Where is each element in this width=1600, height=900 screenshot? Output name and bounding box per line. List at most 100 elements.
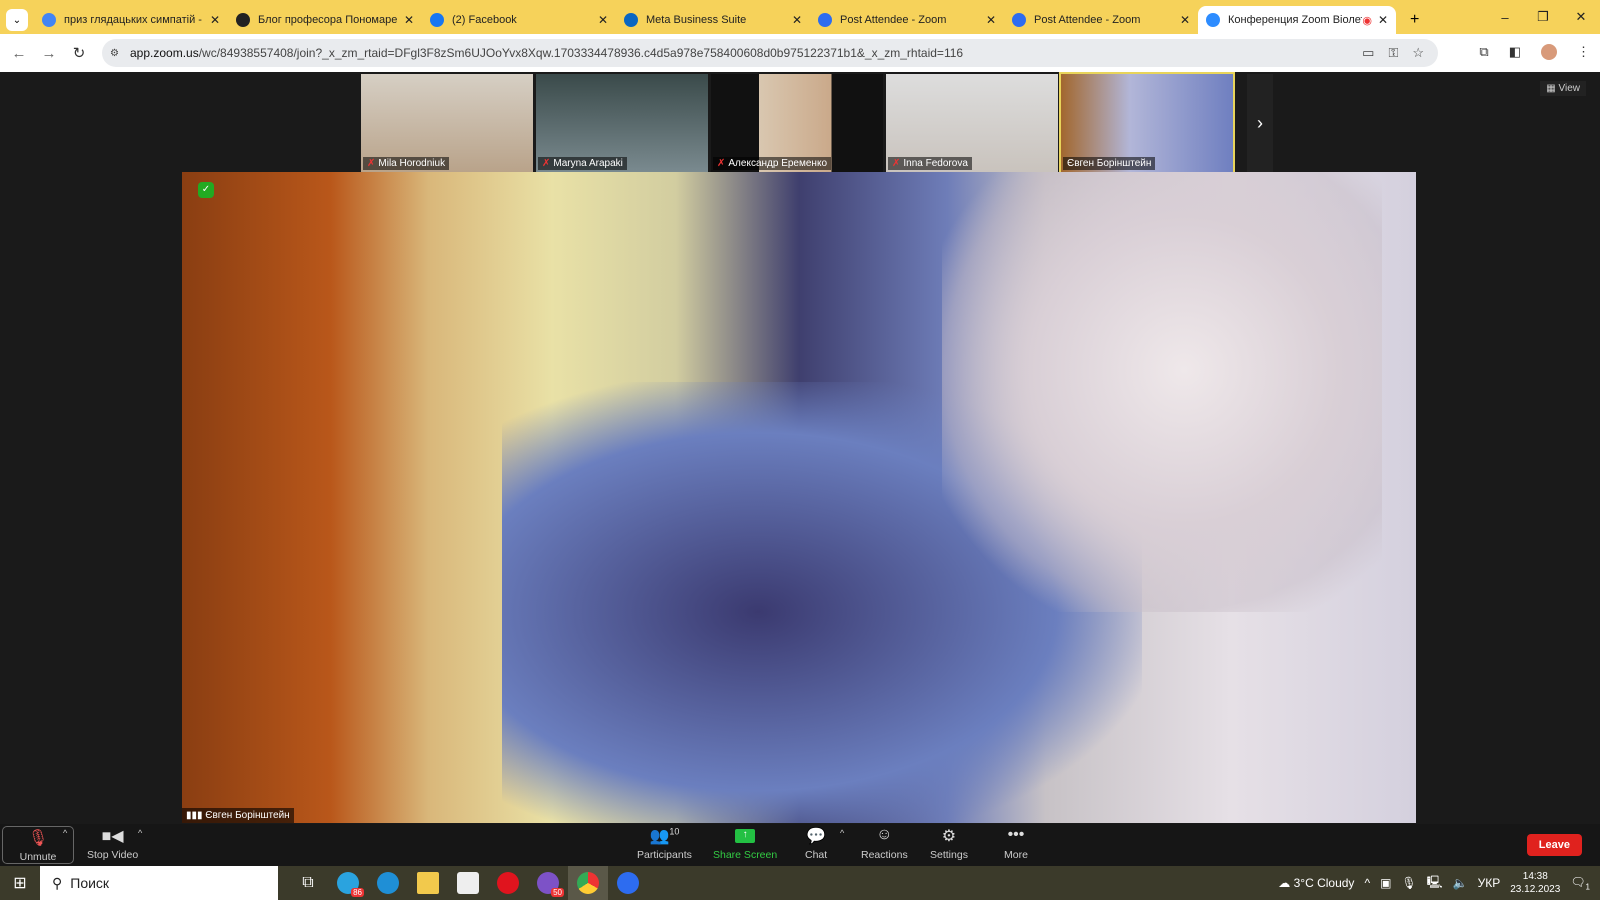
chrome-icon[interactable] (568, 866, 608, 900)
zoom-icon (1012, 13, 1026, 27)
close-window-button[interactable]: ✕ (1562, 9, 1600, 25)
unmute-label: Unmute (19, 850, 57, 863)
close-tab-icon[interactable]: ✕ (598, 13, 608, 27)
next-page-button[interactable]: › (1247, 74, 1273, 172)
new-tab-button[interactable]: + (1410, 11, 1419, 29)
store-icon[interactable] (448, 866, 488, 900)
participant-name-tag: ✗ Maryna Arapaki (538, 157, 627, 170)
site-info-icon[interactable]: ⚙ (110, 48, 119, 59)
stop-video-button[interactable]: ■◀ Stop Video (87, 826, 138, 861)
camera-icon[interactable]: ▭ (1362, 45, 1374, 61)
search-icon: ⚲ (52, 874, 63, 891)
microphone-tray-icon[interactable]: 🎙 (1401, 876, 1416, 890)
participants-button[interactable]: 👥10 Participants (637, 826, 692, 861)
telegram-icon[interactable]: 86 (328, 866, 368, 900)
chat-label: Chat (805, 849, 828, 861)
close-tab-icon[interactable]: ✕ (210, 13, 220, 27)
browser-tab[interactable]: Meta Business Suite ✕ (616, 6, 810, 34)
browser-tab[interactable]: Конференция Zoom Віолетта ◉ ✕ (1198, 6, 1396, 34)
url-domain: app.zoom.us (130, 46, 199, 60)
close-tab-icon[interactable]: ✕ (792, 13, 802, 27)
video-face (942, 172, 1382, 612)
active-speaker-video: ✓ (182, 172, 1416, 823)
zoom-app-icon[interactable] (608, 866, 648, 900)
participant-name-tag: ✗ Mila Horodniuk (363, 157, 450, 170)
participant-thumbnail[interactable]: ✗ Александр Еременко (711, 74, 883, 172)
participant-name-tag: Євген Борінштейн (1063, 157, 1156, 170)
more-label: More (1004, 849, 1028, 861)
tray-chevron-icon[interactable]: ^ (1364, 876, 1370, 890)
address-bar-row: ← → ↻ ⚙ app.zoom.us/wc/84938557408/join?… (0, 34, 1600, 72)
browser-tab[interactable]: Post Attendee - Zoom ✕ (1004, 6, 1198, 34)
taskbar-search[interactable]: ⚲ Поиск (40, 866, 278, 900)
url-input[interactable]: ⚙ app.zoom.us/wc/84938557408/join?_x_zm_… (102, 39, 1438, 67)
browser-tab-bar: ⌄ приз глядацьких симпатій - По ✕ Блог про… (0, 0, 1600, 34)
video-camera-icon: ■◀ (101, 828, 124, 845)
participant-name: Maryna Arapaki (553, 158, 623, 169)
video-options-caret[interactable]: ^ (138, 828, 142, 838)
leave-button[interactable]: Leave (1526, 834, 1582, 856)
profile-avatar[interactable] (1541, 44, 1557, 60)
side-panel-icon[interactable]: ◧ (1509, 44, 1521, 60)
chat-options-caret[interactable]: ^ (840, 828, 844, 838)
reload-button[interactable]: ↻ (64, 44, 94, 62)
participant-thumbnail[interactable]: ✗ Mila Horodniuk (361, 74, 533, 172)
tab-title: (2) Facebook (452, 14, 517, 26)
volume-icon[interactable]: 🔈 (1453, 876, 1468, 890)
notifications-count: 1 (1585, 882, 1590, 892)
viber-icon[interactable]: 50 (528, 866, 568, 900)
close-tab-icon[interactable]: ✕ (1378, 13, 1388, 27)
audio-options-caret[interactable]: ^ (63, 828, 67, 838)
minimize-button[interactable]: – (1486, 10, 1524, 25)
share-screen-button[interactable]: ↑ Share Screen (713, 826, 777, 861)
reactions-button[interactable]: ☺ Reactions (861, 826, 908, 861)
language-indicator[interactable]: УКР (1478, 876, 1501, 890)
notifications-icon[interactable]: 🗨1 (1570, 875, 1590, 891)
browser-tab[interactable]: Блог професора Пономарева ✕ (228, 6, 422, 34)
forward-button[interactable]: → (34, 45, 64, 62)
settings-label: Settings (930, 849, 968, 861)
participants-label: Participants (637, 849, 692, 861)
more-button[interactable]: ••• More (1004, 826, 1028, 861)
participant-thumbnail[interactable]: ✗ Maryna Arapaki (536, 74, 708, 172)
close-tab-icon[interactable]: ✕ (404, 13, 414, 27)
weather-widget[interactable]: ☁ 3°C Cloudy (1278, 876, 1354, 890)
task-view-icon[interactable]: ⧉ (288, 866, 328, 900)
close-tab-icon[interactable]: ✕ (1180, 13, 1190, 27)
network-icon[interactable]: 🖳 (1427, 873, 1443, 894)
browser-tab[interactable]: Post Attendee - Zoom ✕ (810, 6, 1004, 34)
key-icon[interactable]: ⚿ (1388, 45, 1398, 61)
bookmark-star-icon[interactable]: ☆ (1412, 45, 1424, 61)
tab-title: Конференция Zoom Віолетта (1228, 14, 1363, 26)
time: 14:38 (1522, 871, 1548, 882)
meta-icon (624, 13, 638, 27)
restore-button[interactable]: ❐ (1524, 9, 1562, 25)
view-button[interactable]: ▦ View (1540, 81, 1586, 96)
browser-tab[interactable]: (2) Facebook ✕ (422, 6, 616, 34)
file-explorer-icon[interactable] (408, 866, 448, 900)
extensions-icon[interactable]: ⧉ (1479, 44, 1488, 60)
meeting-toolbar: 🎙 Unmute ^ ■◀ Stop Video ^ 👥10 Participants… (0, 824, 1600, 866)
tab-title: Meta Business Suite (646, 14, 747, 26)
menu-icon[interactable]: ⋮ (1577, 44, 1590, 60)
participant-thumbnail[interactable]: Євген Борінштейн (1059, 72, 1235, 174)
close-tab-icon[interactable]: ✕ (986, 13, 996, 27)
clock[interactable]: 14:38 23.12.2023 (1510, 870, 1560, 896)
participant-strip: ✗ Mila Horodniuk ✗ Maryna Arapaki ✗ Александр… (361, 72, 1235, 174)
browser-tab[interactable]: приз глядацьких симпатій - По ✕ (34, 6, 228, 34)
edge-icon[interactable] (368, 866, 408, 900)
opera-icon[interactable] (488, 866, 528, 900)
participant-thumbnail[interactable]: ✗ Inna Fedorova (886, 74, 1058, 172)
tab-search-button[interactable]: ⌄ (6, 9, 28, 31)
camera-tray-icon[interactable]: ▣ (1380, 876, 1391, 890)
windows-start-icon[interactable]: ⊞ (0, 873, 40, 893)
settings-button[interactable]: ⚙ Settings (930, 826, 968, 861)
back-button[interactable]: ← (4, 45, 34, 62)
zoom-icon (1206, 13, 1220, 27)
chat-button[interactable]: 💬 Chat (805, 826, 827, 861)
encryption-shield-icon[interactable]: ✓ (198, 182, 214, 198)
reactions-label: Reactions (861, 849, 908, 861)
tab-title: Post Attendee - Zoom (1034, 14, 1141, 26)
participants-count: 10 (669, 826, 680, 837)
search-placeholder: Поиск (70, 875, 110, 891)
